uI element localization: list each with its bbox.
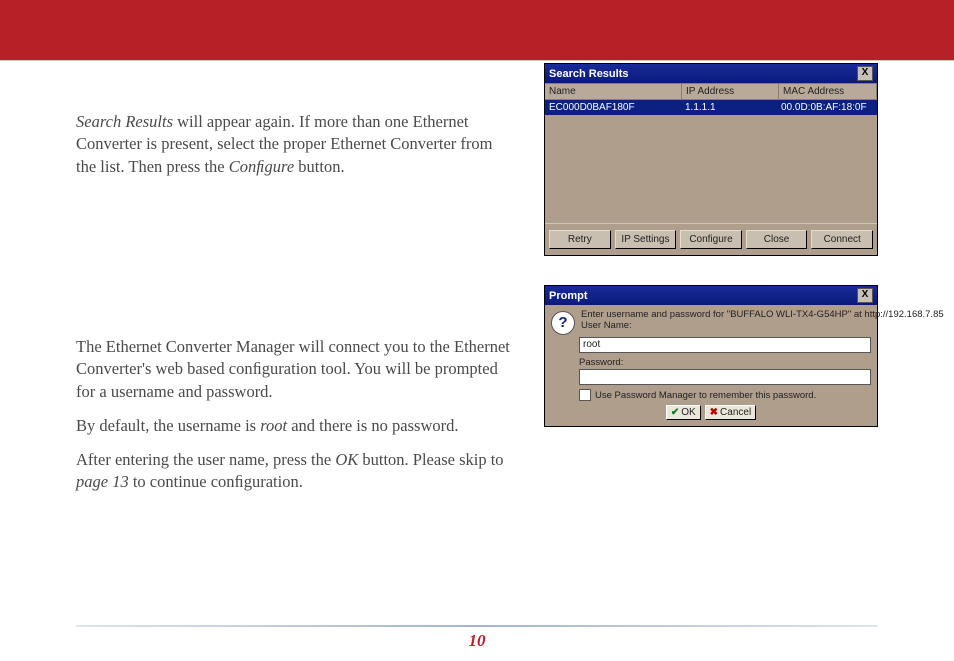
- question-icon: ?: [551, 311, 575, 335]
- retry-button[interactable]: Retry: [549, 230, 611, 249]
- header-mac: MAC Address: [779, 84, 877, 99]
- footer-rule: [76, 625, 878, 627]
- window-title: Search Results: [549, 68, 628, 80]
- ip-settings-button[interactable]: IP Settings: [615, 230, 677, 249]
- paragraph: The Ethernet Converter Manager will conn…: [76, 336, 516, 403]
- text: to continue conﬁguration.: [129, 472, 303, 491]
- section-1-text: Search Results will appear again. If mor…: [76, 111, 516, 178]
- configure-button[interactable]: Configure: [680, 230, 742, 249]
- checkbox-icon[interactable]: [579, 389, 591, 401]
- emph-page13: page 13: [76, 472, 129, 491]
- ok-label: OK: [681, 407, 695, 418]
- remember-row[interactable]: Use Password Manager to remember this pa…: [579, 389, 871, 401]
- password-label: Password:: [579, 357, 871, 368]
- header-ip: IP Address: [682, 84, 779, 99]
- text: and there is no password.: [287, 416, 458, 435]
- text: After entering the user name, press the: [76, 450, 335, 469]
- emph-ok: OK: [335, 450, 358, 469]
- section-2-text: The Ethernet Converter Manager will conn…: [76, 336, 516, 506]
- text: button. Please skip to: [358, 450, 503, 469]
- x-icon: ✖: [710, 407, 718, 418]
- close-icon[interactable]: X: [857, 288, 873, 303]
- cancel-label: Cancel: [720, 407, 751, 418]
- prompt-message: Enter username and password for "BUFFALO…: [581, 309, 944, 320]
- list-row-selected[interactable]: EC000D0BAF180F 1.1.1.1 00.0D:0B:AF:18:0F: [545, 100, 877, 115]
- header-name: Name: [545, 84, 682, 99]
- title-bar: Prompt X: [545, 286, 877, 305]
- list-headers: Name IP Address MAC Address: [545, 83, 877, 100]
- username-label: User Name:: [581, 320, 944, 331]
- header-band: [0, 0, 954, 60]
- close-button[interactable]: Close: [746, 230, 808, 249]
- title-bar: Search Results X: [545, 64, 877, 83]
- page-number: 10: [0, 631, 954, 651]
- list-body: [545, 115, 877, 223]
- emph-root: root: [260, 416, 287, 435]
- remember-label: Use Password Manager to remember this pa…: [595, 390, 816, 401]
- text: By default, the username is: [76, 416, 260, 435]
- emph-configure: Conﬁgure: [229, 157, 294, 176]
- connect-button[interactable]: Connect: [811, 230, 873, 249]
- window-title: Prompt: [549, 290, 588, 302]
- cell-mac: 00.0D:0B:AF:18:0F: [777, 100, 877, 115]
- emph-search-results: Search Results: [76, 112, 173, 131]
- page-content: Search Results will appear again. If mor…: [0, 61, 954, 178]
- dialog-body: ? Enter username and password for "BUFFA…: [545, 305, 877, 426]
- cell-name: EC000D0BAF180F: [545, 100, 681, 115]
- text: button.: [294, 157, 344, 176]
- cell-ip: 1.1.1.1: [681, 100, 777, 115]
- password-field[interactable]: [579, 369, 871, 385]
- check-icon: ✔: [671, 407, 679, 418]
- ok-button[interactable]: ✔OK: [666, 405, 701, 420]
- prompt-dialog: Prompt X ? Enter username and password f…: [544, 285, 878, 427]
- close-icon[interactable]: X: [857, 66, 873, 81]
- button-bar: Retry IP Settings Configure Close Connec…: [545, 223, 877, 255]
- username-field[interactable]: root: [579, 337, 871, 353]
- search-results-window: Search Results X Name IP Address MAC Add…: [544, 63, 878, 256]
- cancel-button[interactable]: ✖Cancel: [705, 405, 757, 420]
